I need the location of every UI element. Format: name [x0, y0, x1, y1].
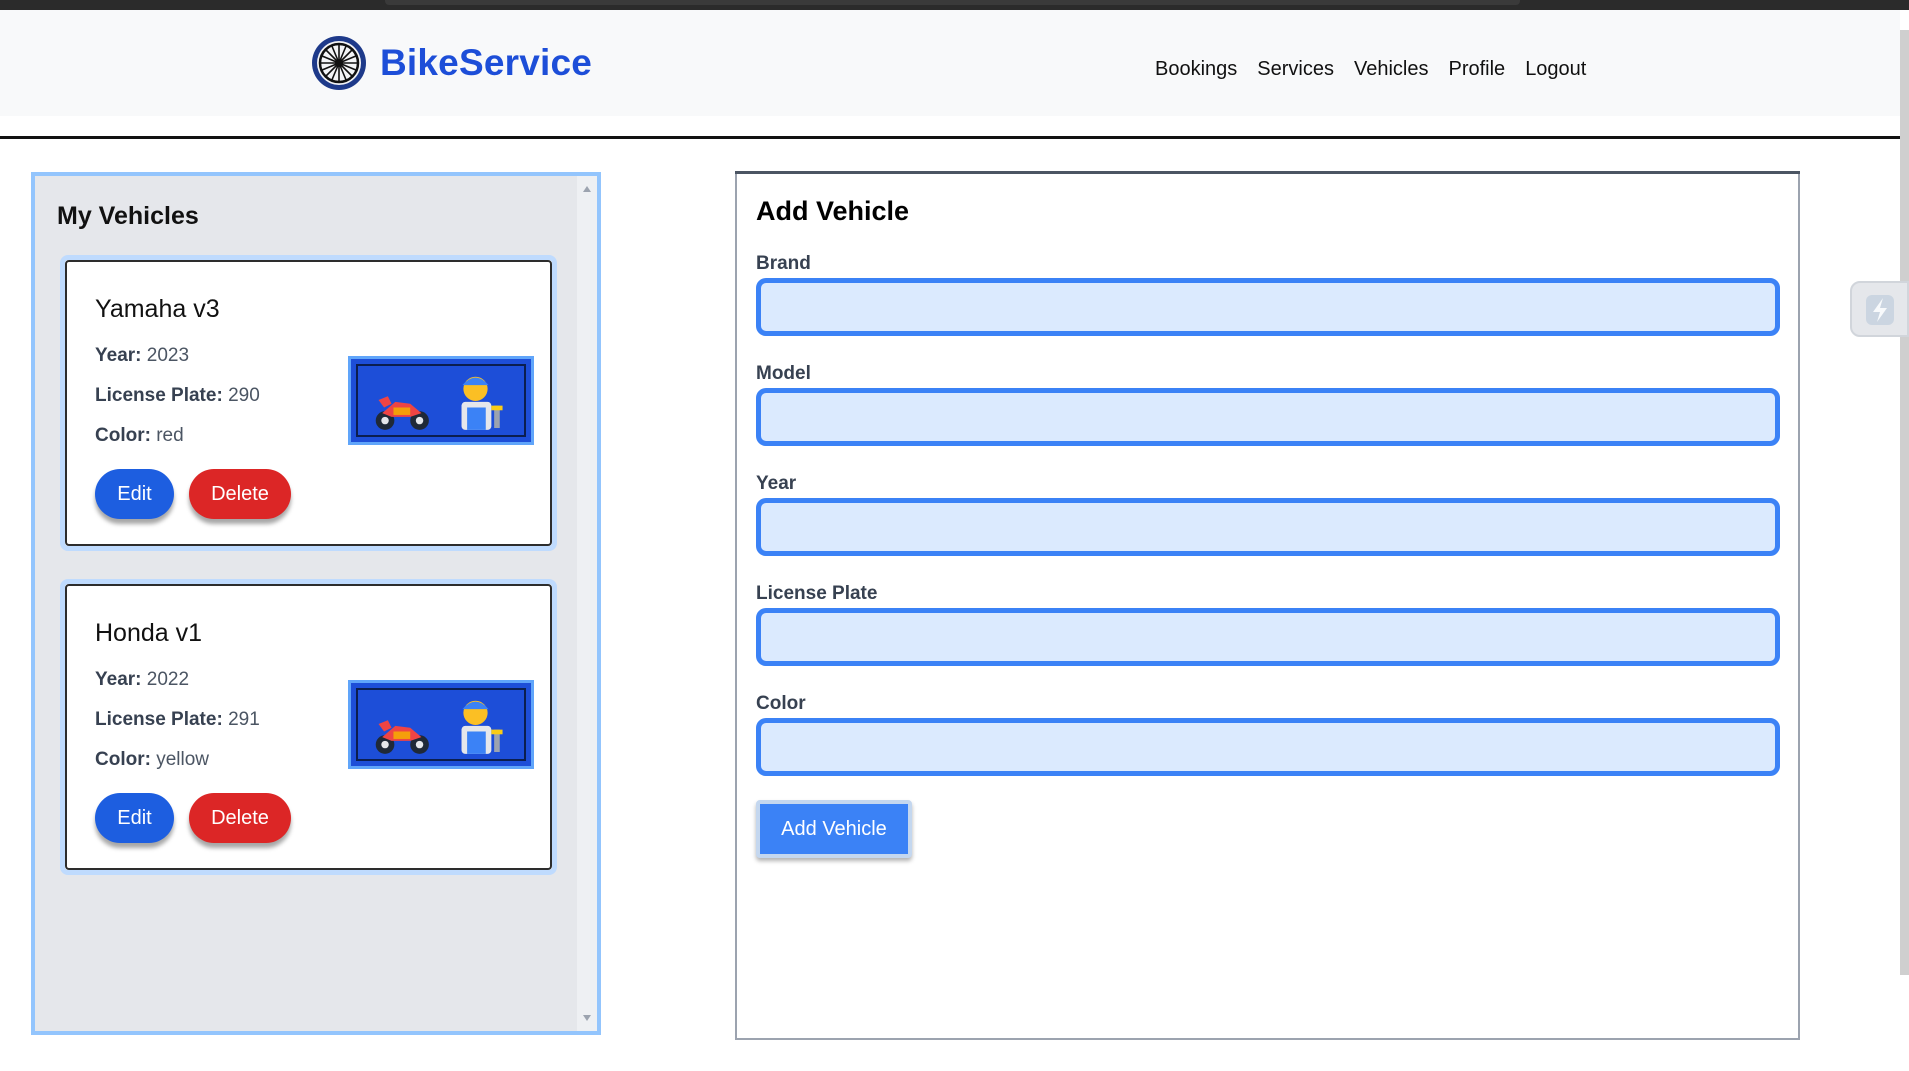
- brand-label: Brand: [756, 253, 811, 274]
- edit-button[interactable]: Edit: [95, 469, 174, 519]
- brand-name[interactable]: BikeService: [380, 42, 592, 84]
- nav-logout[interactable]: Logout: [1525, 58, 1586, 81]
- vehicle-license-plate: License Plate: 291: [95, 709, 260, 731]
- license-plate-label: License Plate: [756, 583, 878, 604]
- color-input[interactable]: [756, 718, 1780, 776]
- year-label: Year:: [95, 669, 142, 690]
- nav-bookings[interactable]: Bookings: [1155, 58, 1237, 81]
- brand-input[interactable]: [756, 278, 1780, 336]
- model-label: Model: [756, 363, 811, 384]
- scroll-down-arrow-icon[interactable]: [583, 1015, 591, 1021]
- vehicle-name: Yamaha v3: [95, 295, 220, 323]
- year-value: 2023: [146, 345, 190, 366]
- license-plate-input[interactable]: [756, 608, 1780, 666]
- scroll-up-arrow-icon[interactable]: [583, 186, 591, 192]
- license-plate-label: License Plate:: [95, 385, 223, 406]
- color-label: Color:: [95, 425, 151, 446]
- motorcycle-mechanic-icon: [348, 680, 534, 769]
- year-label: Year:: [95, 345, 142, 366]
- license-plate-value: 291: [228, 709, 260, 730]
- year-value: 2022: [146, 669, 190, 690]
- lightning-icon: [1866, 295, 1894, 325]
- year-input[interactable]: [756, 498, 1780, 556]
- my-vehicles-panel: My Vehicles Yamaha v3 Year: 2023 License…: [31, 172, 601, 1035]
- site-header: BikeService Bookings Services Vehicles P…: [0, 10, 1900, 116]
- color-label: Color: [756, 693, 806, 714]
- browser-top-strip: [0, 0, 1909, 10]
- vehicle-year: Year: 2022: [95, 669, 189, 691]
- vehicles-scrollbar[interactable]: [577, 176, 597, 1031]
- wheel-icon: [312, 36, 366, 90]
- delete-button[interactable]: Delete: [189, 469, 291, 519]
- vehicle-name: Honda v1: [95, 619, 203, 647]
- my-vehicles-title: My Vehicles: [57, 202, 199, 230]
- color-value: yellow: [156, 749, 210, 770]
- license-plate-value: 290: [228, 385, 260, 406]
- edit-button[interactable]: Edit: [95, 793, 174, 843]
- year-label: Year: [756, 473, 797, 494]
- vehicle-license-plate: License Plate: 290: [95, 385, 260, 407]
- nav-vehicles[interactable]: Vehicles: [1354, 58, 1429, 81]
- vehicle-year: Year: 2023: [95, 345, 189, 367]
- color-label: Color:: [95, 749, 151, 770]
- page: BikeService Bookings Services Vehicles P…: [0, 0, 1909, 1071]
- nav-services[interactable]: Services: [1257, 58, 1334, 81]
- model-input[interactable]: [756, 388, 1780, 446]
- logo[interactable]: BikeService: [310, 34, 592, 92]
- page-scrollbar[interactable]: [1900, 30, 1909, 975]
- motorcycle-mechanic-icon: [348, 356, 534, 445]
- floating-extension-widget[interactable]: [1850, 281, 1909, 337]
- license-plate-label: License Plate:: [95, 709, 223, 730]
- add-vehicle-panel: Add Vehicle Brand Model Year License Pla…: [735, 171, 1800, 1040]
- browser-address-pill: [385, 0, 1520, 5]
- header-divider: [0, 136, 1900, 139]
- vehicle-card: Honda v1 Year: 2022 License Plate: 291 C…: [60, 579, 557, 875]
- color-value: red: [156, 425, 184, 446]
- delete-button[interactable]: Delete: [189, 793, 291, 843]
- vehicle-card: Yamaha v3 Year: 2023 License Plate: 290 …: [60, 255, 557, 551]
- nav-profile[interactable]: Profile: [1448, 58, 1505, 81]
- vehicle-color: Color: yellow: [95, 749, 209, 771]
- vehicle-color: Color: red: [95, 425, 184, 447]
- add-vehicle-title: Add Vehicle: [756, 196, 910, 226]
- add-vehicle-button[interactable]: Add Vehicle: [756, 800, 912, 858]
- main-nav: Bookings Services Vehicles Profile Logou…: [1155, 58, 1606, 81]
